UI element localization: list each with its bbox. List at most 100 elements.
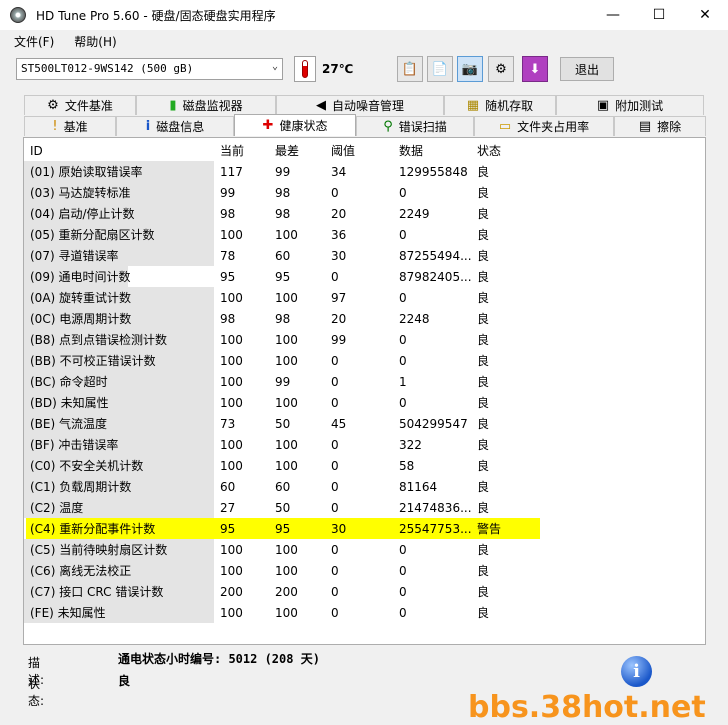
row-worst-cell: 100 xyxy=(275,395,298,410)
smart-table: ID 当前 最差 阈值 数据 状态 (01) 原始读取错误率 117 99 34 129… xyxy=(24,140,706,623)
drive-select[interactable]: ST500LT012-9WS142 (500 gB) ⌄ xyxy=(16,58,283,80)
toolbar: ST500LT012-9WS142 (500 gB) ⌄ 27℃ 📋 📄 📷 ⚙… xyxy=(0,54,728,86)
column-header-current[interactable]: 当前 xyxy=(214,140,269,161)
table-row[interactable]: (09) 通电时间计数 95 95 0 87982405... 良 xyxy=(24,266,706,287)
table-row[interactable]: (07) 寻道错误率 78 60 30 87255494... 良 xyxy=(24,245,706,266)
table-row[interactable]: (C1) 负载周期计数 60 60 0 81164 良 xyxy=(24,476,706,497)
row-threshold-cell: 0 xyxy=(331,437,339,452)
extra-tests-icon: ▣ xyxy=(596,98,610,113)
menu-file[interactable]: 文件(F) xyxy=(14,33,54,50)
tab-disk-info[interactable]: i 磁盘信息 xyxy=(116,116,234,136)
table-row[interactable]: (BF) 冲击错误率 100 100 0 322 良 xyxy=(24,434,706,455)
row-threshold-cell: 30 xyxy=(331,521,347,536)
table-row[interactable]: (C4) 重新分配事件计数 95 95 30 25547753... 警告 xyxy=(24,518,706,539)
row-threshold-cell: 0 xyxy=(331,269,339,284)
row-status-cell: 良 xyxy=(477,501,490,515)
column-header-data[interactable]: 数据 xyxy=(393,140,471,161)
table-row[interactable]: (BB) 不可校正错误计数 100 100 0 0 良 xyxy=(24,350,706,371)
row-status-cell: 良 xyxy=(477,291,490,305)
row-worst-cell: 100 xyxy=(275,353,298,368)
row-current-cell: 100 xyxy=(220,290,243,305)
row-status-cell: 良 xyxy=(477,585,490,599)
row-worst-cell: 60 xyxy=(275,479,291,494)
column-header-worst[interactable]: 最差 xyxy=(269,140,325,161)
table-row[interactable]: (BC) 命令超时 100 99 0 1 良 xyxy=(24,371,706,392)
row-status-cell: 良 xyxy=(477,417,490,431)
row-id-cell: (C4) 重新分配事件计数 xyxy=(30,522,156,536)
table-row[interactable]: (0C) 电源周期计数 98 98 20 2248 良 xyxy=(24,308,706,329)
table-row[interactable]: (C0) 不安全关机计数 100 100 0 58 良 xyxy=(24,455,706,476)
table-row[interactable]: (04) 启动/停止计数 98 98 20 2249 良 xyxy=(24,203,706,224)
row-current-cell: 95 xyxy=(220,269,236,284)
table-row[interactable]: (03) 马达旋转标准 99 98 0 0 良 xyxy=(24,182,706,203)
row-current-cell: 100 xyxy=(220,542,243,557)
tab-file-benchmark[interactable]: ⚙ 文件基准 xyxy=(24,95,136,115)
screenshot-icon[interactable]: 📷 xyxy=(457,56,483,82)
options-icon[interactable]: ⚙ xyxy=(488,56,514,82)
row-id-cell: (BB) 不可校正错误计数 xyxy=(24,350,214,371)
row-status-cell: 良 xyxy=(477,606,490,620)
row-data-cell: 504299547 xyxy=(399,416,468,431)
row-data-cell: 0 xyxy=(399,584,407,599)
save-down-icon[interactable]: ⬇ xyxy=(522,56,548,82)
table-row[interactable]: (0A) 旋转重试计数 100 100 97 0 良 xyxy=(24,287,706,308)
table-row[interactable]: (01) 原始读取错误率 117 99 34 129955848 良 xyxy=(24,161,706,182)
tab-disk-monitor[interactable]: ▮ 磁盘监视器 xyxy=(136,95,276,115)
row-status-cell: 良 xyxy=(477,396,490,410)
tab-extra-tests[interactable]: ▣ 附加测试 xyxy=(556,95,704,115)
table-row[interactable]: (BD) 未知属性 100 100 0 0 良 xyxy=(24,392,706,413)
row-data-cell: 58 xyxy=(399,458,415,473)
column-header-id[interactable]: ID xyxy=(24,140,214,161)
copy-info-icon[interactable]: 📄 xyxy=(427,56,453,82)
row-id-cell: (BD) 未知属性 xyxy=(24,392,214,413)
table-row[interactable]: (B8) 点到点错误检测计数 100 100 99 0 良 xyxy=(24,329,706,350)
info-circle-icon[interactable]: i xyxy=(621,656,652,687)
tab-random-access[interactable]: ▦ 随机存取 xyxy=(444,95,556,115)
row-threshold-cell: 0 xyxy=(331,479,339,494)
row-current-cell: 100 xyxy=(220,353,243,368)
tab-erase[interactable]: ▤ 擦除 xyxy=(614,116,706,136)
maximize-button[interactable]: ☐ xyxy=(636,0,682,30)
tab-error-scan[interactable]: ⚲ 错误扫描 xyxy=(356,116,474,136)
row-id-cell: (C0) 不安全关机计数 xyxy=(24,455,214,476)
exit-button[interactable]: 退出 xyxy=(560,57,614,81)
row-current-cell: 200 xyxy=(220,584,243,599)
row-id-cell: (C7) 接口 CRC 错误计数 xyxy=(24,581,214,602)
menu-bar: 文件(F) 帮助(H) xyxy=(0,30,728,52)
close-button[interactable]: ✕ xyxy=(682,0,728,30)
row-worst-cell: 98 xyxy=(275,311,291,326)
menu-help[interactable]: 帮助(H) xyxy=(74,33,116,50)
title-bar: HD Tune Pro 5.60 - 硬盘/固态硬盘实用程序 — ☐ ✕ xyxy=(0,0,728,30)
table-row[interactable]: (BE) 气流温度 73 50 45 504299547 良 xyxy=(24,413,706,434)
tab-benchmark[interactable]: ! 基准 xyxy=(24,116,116,136)
table-row[interactable]: (C2) 温度 27 50 0 21474836... 良 xyxy=(24,497,706,518)
row-id-cell: (03) 马达旋转标准 xyxy=(24,182,214,203)
row-data-cell: 0 xyxy=(399,290,407,305)
magnifier-icon: ⚲ xyxy=(383,119,393,134)
column-header-status[interactable]: 状态 xyxy=(471,140,537,161)
status-label: 状态: xyxy=(28,677,45,708)
row-status-cell: 良 xyxy=(477,354,490,368)
row-data-cell: 87255494... xyxy=(399,248,471,263)
row-data-cell: 0 xyxy=(399,395,407,410)
table-row[interactable]: (C5) 当前待映射扇区计数 100 100 0 0 良 xyxy=(24,539,706,560)
minimize-button[interactable]: — xyxy=(590,0,636,30)
row-current-cell: 100 xyxy=(220,605,243,620)
tabs-row-lower: ! 基准 i 磁盘信息 ✚ 健康状态 ⚲ 错误扫描 ▭ 文件夹占用率 ▤ 擦除 xyxy=(24,114,706,136)
tab-health[interactable]: ✚ 健康状态 xyxy=(234,114,356,136)
tab-folder-usage[interactable]: ▭ 文件夹占用率 xyxy=(474,116,614,136)
row-id-cell: (B8) 点到点错误检测计数 xyxy=(24,329,214,350)
table-row[interactable]: (05) 重新分配扇区计数 100 100 36 0 良 xyxy=(24,224,706,245)
copy-text-icon[interactable]: 📋 xyxy=(397,56,423,82)
temperature-readout: 27℃ xyxy=(322,62,354,76)
column-header-threshold[interactable]: 阈值 xyxy=(325,140,393,161)
tab-aam[interactable]: ◀ 自动噪音管理 xyxy=(276,95,444,115)
row-worst-cell: 100 xyxy=(275,290,298,305)
table-row[interactable]: (C7) 接口 CRC 错误计数 200 200 0 0 良 xyxy=(24,581,706,602)
table-row[interactable]: (C6) 离线无法校正 100 100 0 0 良 xyxy=(24,560,706,581)
row-id-cell: (05) 重新分配扇区计数 xyxy=(24,224,214,245)
row-current-cell: 27 xyxy=(220,500,236,515)
row-current-cell: 100 xyxy=(220,458,243,473)
table-row[interactable]: (FE) 未知属性 100 100 0 0 良 xyxy=(24,602,706,623)
speaker-icon: ◀ xyxy=(315,98,326,113)
